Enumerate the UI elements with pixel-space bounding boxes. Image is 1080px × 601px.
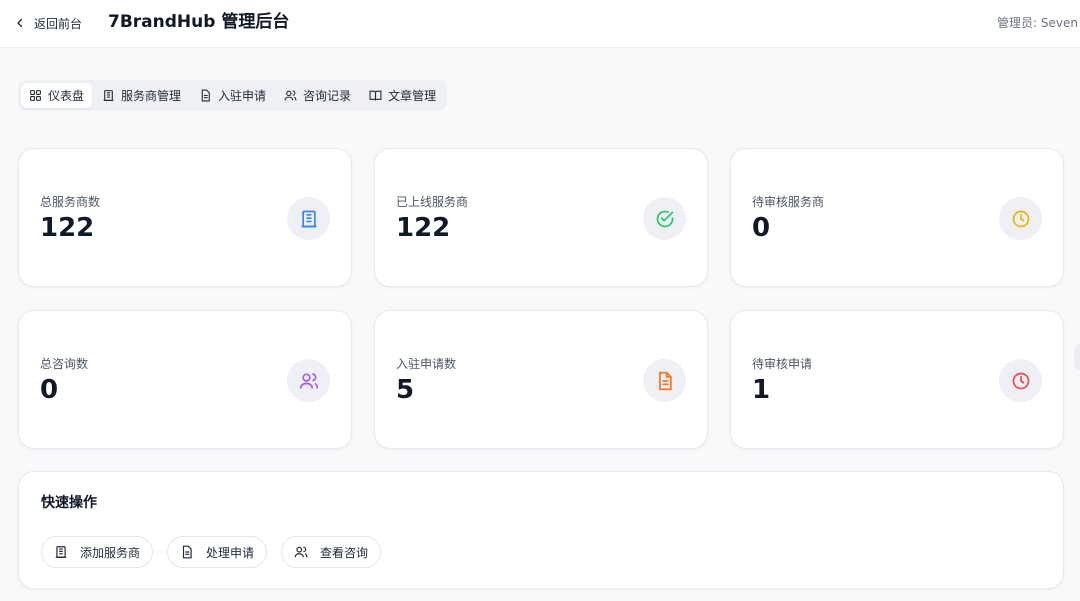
stat-icon-wrap bbox=[643, 197, 686, 240]
stat-card-total-consultations: 总咨询数 0 bbox=[18, 310, 352, 449]
users-icon bbox=[299, 372, 318, 389]
stat-value: 1 bbox=[752, 375, 771, 405]
side-scroll-handle[interactable] bbox=[1074, 343, 1080, 371]
quick-actions-list: 添加服务商 处理申请 查看咨询 bbox=[41, 536, 382, 568]
tab-label: 文章管理 bbox=[388, 89, 437, 103]
stat-icon-wrap bbox=[999, 197, 1042, 240]
button-label: 添加服务商 bbox=[80, 545, 141, 560]
top-bar: 返回前台 7BrandHub 管理后台 管理员: Seven bbox=[0, 0, 1080, 48]
building-icon bbox=[55, 546, 67, 558]
stat-card-pending-providers: 待审核服务商 0 bbox=[730, 148, 1064, 287]
admin-user-label: 管理员: Seven bbox=[997, 16, 1078, 30]
stat-label: 总咨询数 bbox=[40, 357, 89, 371]
stat-card-total-providers: 总服务商数 122 bbox=[18, 148, 352, 287]
building-icon bbox=[103, 90, 114, 101]
users-icon bbox=[284, 90, 297, 101]
clock-icon bbox=[1012, 372, 1029, 389]
stat-value: 0 bbox=[40, 375, 59, 405]
tab-dashboard[interactable]: 仪表盘 bbox=[21, 83, 93, 108]
stat-label: 入驻申请数 bbox=[396, 357, 457, 371]
stat-value: 122 bbox=[396, 213, 451, 243]
stat-label: 总服务商数 bbox=[40, 195, 101, 209]
stat-value: 122 bbox=[40, 213, 95, 243]
stat-value: 0 bbox=[752, 213, 771, 243]
grid-icon bbox=[30, 90, 41, 101]
tab-consultations[interactable]: 咨询记录 bbox=[276, 83, 359, 108]
tab-label: 入驻申请 bbox=[218, 89, 267, 103]
stat-icon-wrap bbox=[287, 197, 330, 240]
stat-icon-wrap bbox=[643, 359, 686, 402]
quick-actions-card: 快速操作 添加服务商 处理申请 查看咨询 bbox=[18, 471, 1064, 589]
button-label: 处理申请 bbox=[206, 545, 255, 560]
stat-value: 5 bbox=[396, 375, 415, 405]
button-label: 查看咨询 bbox=[320, 545, 369, 560]
quick-actions-title: 快速操作 bbox=[41, 495, 97, 511]
page-title: 7BrandHub 管理后台 bbox=[108, 12, 290, 32]
view-consultations-button[interactable]: 查看咨询 bbox=[281, 536, 382, 568]
stat-label: 待审核服务商 bbox=[752, 195, 825, 209]
chevron-left-icon bbox=[17, 18, 23, 28]
stat-label: 待审核申请 bbox=[752, 357, 813, 371]
back-to-frontend-link[interactable]: 返回前台 bbox=[14, 13, 82, 33]
document-icon bbox=[658, 371, 672, 390]
stat-card-online-providers: 已上线服务商 122 bbox=[374, 148, 708, 287]
tab-label: 仪表盘 bbox=[48, 89, 85, 103]
tab-label: 咨询记录 bbox=[303, 89, 352, 103]
tab-provider-management[interactable]: 服务商管理 bbox=[94, 83, 189, 108]
stat-card-applications: 入驻申请数 5 bbox=[374, 310, 708, 449]
tab-label: 服务商管理 bbox=[121, 89, 182, 103]
nav-tabs: 仪表盘 服务商管理 入驻申请 咨询记录 文章管理 bbox=[18, 80, 448, 111]
document-icon bbox=[201, 89, 210, 102]
clock-icon bbox=[1012, 210, 1029, 227]
tab-applications[interactable]: 入驻申请 bbox=[191, 83, 274, 108]
check-circle-icon bbox=[656, 210, 673, 227]
document-icon bbox=[182, 545, 192, 559]
back-label: 返回前台 bbox=[34, 16, 83, 31]
users-icon bbox=[294, 546, 308, 558]
stat-icon-wrap bbox=[999, 359, 1042, 402]
stat-card-pending-applications: 待审核申请 1 bbox=[730, 310, 1064, 449]
book-open-icon bbox=[369, 90, 382, 101]
add-provider-button[interactable]: 添加服务商 bbox=[41, 536, 154, 568]
tab-articles[interactable]: 文章管理 bbox=[361, 83, 444, 108]
stat-label: 已上线服务商 bbox=[396, 195, 469, 209]
process-applications-button[interactable]: 处理申请 bbox=[167, 536, 268, 568]
stat-icon-wrap bbox=[287, 359, 330, 402]
building-icon bbox=[301, 210, 316, 227]
